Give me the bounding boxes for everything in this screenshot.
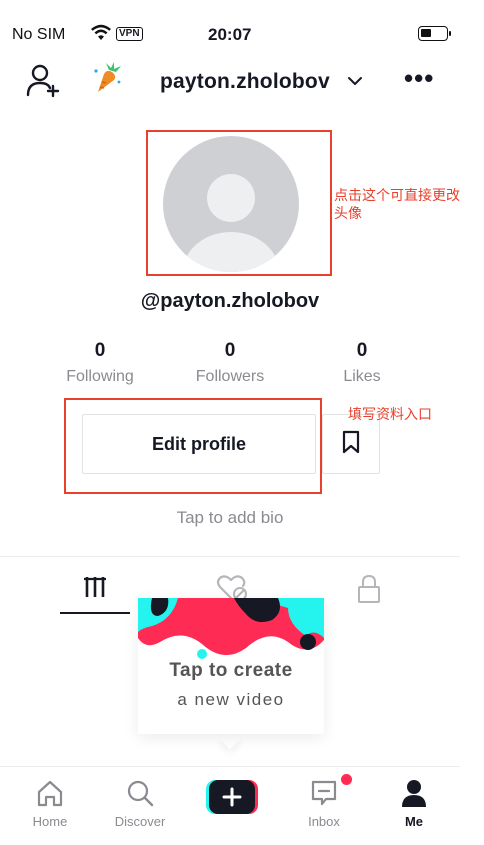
header-username[interactable]: payton.zholobov: [160, 70, 330, 94]
add-user-icon[interactable]: [26, 64, 62, 98]
stat-followers-label: Followers: [195, 368, 265, 385]
battery-level: [421, 29, 431, 37]
notification-dot: [341, 774, 352, 785]
add-bio-link[interactable]: Tap to add bio: [0, 508, 460, 528]
carrot-icon[interactable]: [90, 62, 124, 96]
avatar-head: [207, 174, 255, 222]
avatar[interactable]: [163, 136, 299, 272]
avatar-body: [183, 232, 279, 272]
create-card-subtitle: a new video: [177, 690, 285, 709]
inbox-icon: [284, 776, 364, 810]
carrier-label: No SIM: [12, 26, 66, 43]
tabs-divider: [0, 556, 460, 557]
stat-likes-value: 0: [356, 340, 368, 361]
stat-following-value: 0: [94, 340, 106, 361]
stat-likes-label: Likes: [343, 368, 381, 385]
stat-following-label: Following: [66, 368, 134, 385]
bookmark-icon: [341, 430, 361, 459]
chevron-down-icon[interactable]: [346, 72, 364, 90]
private-lock-icon[interactable]: [356, 574, 382, 604]
active-tab-indicator: [60, 612, 130, 614]
nav-discover[interactable]: Discover: [100, 776, 180, 829]
profile-handle: @payton.zholobov: [140, 290, 320, 312]
nav-inbox-label: Inbox: [308, 814, 340, 829]
stat-followers-value: 0: [224, 340, 236, 361]
stat-likes[interactable]: 0 Likes: [312, 340, 412, 386]
nav-home[interactable]: Home: [10, 776, 90, 829]
stat-following[interactable]: 0 Following: [50, 340, 150, 386]
edit-annotation-box: [64, 398, 322, 494]
home-icon: [10, 776, 90, 810]
more-icon[interactable]: •••: [404, 65, 434, 91]
nav-home-label: Home: [32, 814, 68, 829]
avatar-annotation-note: 点击这个可直接更改头像: [334, 187, 460, 221]
nav-inbox[interactable]: Inbox: [284, 776, 364, 829]
nav-me-label: Me: [404, 814, 424, 829]
nav-discover-label: Discover: [114, 814, 166, 829]
nav-divider: [0, 766, 460, 767]
status-bar: No SIM VPN 20:07: [12, 24, 464, 46]
videos-grid-icon[interactable]: [80, 574, 110, 602]
create-button[interactable]: [206, 780, 258, 814]
wifi-icon: [90, 24, 112, 47]
profile-icon: [374, 776, 454, 810]
vpn-badge: VPN: [116, 27, 143, 41]
search-icon: [100, 776, 180, 810]
create-card-title: Tap to create: [169, 660, 293, 681]
clock: 20:07: [208, 25, 252, 44]
nav-me[interactable]: Me: [374, 776, 454, 829]
stat-followers[interactable]: 0 Followers: [180, 340, 280, 386]
card-splash-graphic: [138, 598, 324, 659]
edit-annotation-note: 填写资料入口: [348, 406, 432, 422]
battery-icon: [418, 26, 451, 41]
